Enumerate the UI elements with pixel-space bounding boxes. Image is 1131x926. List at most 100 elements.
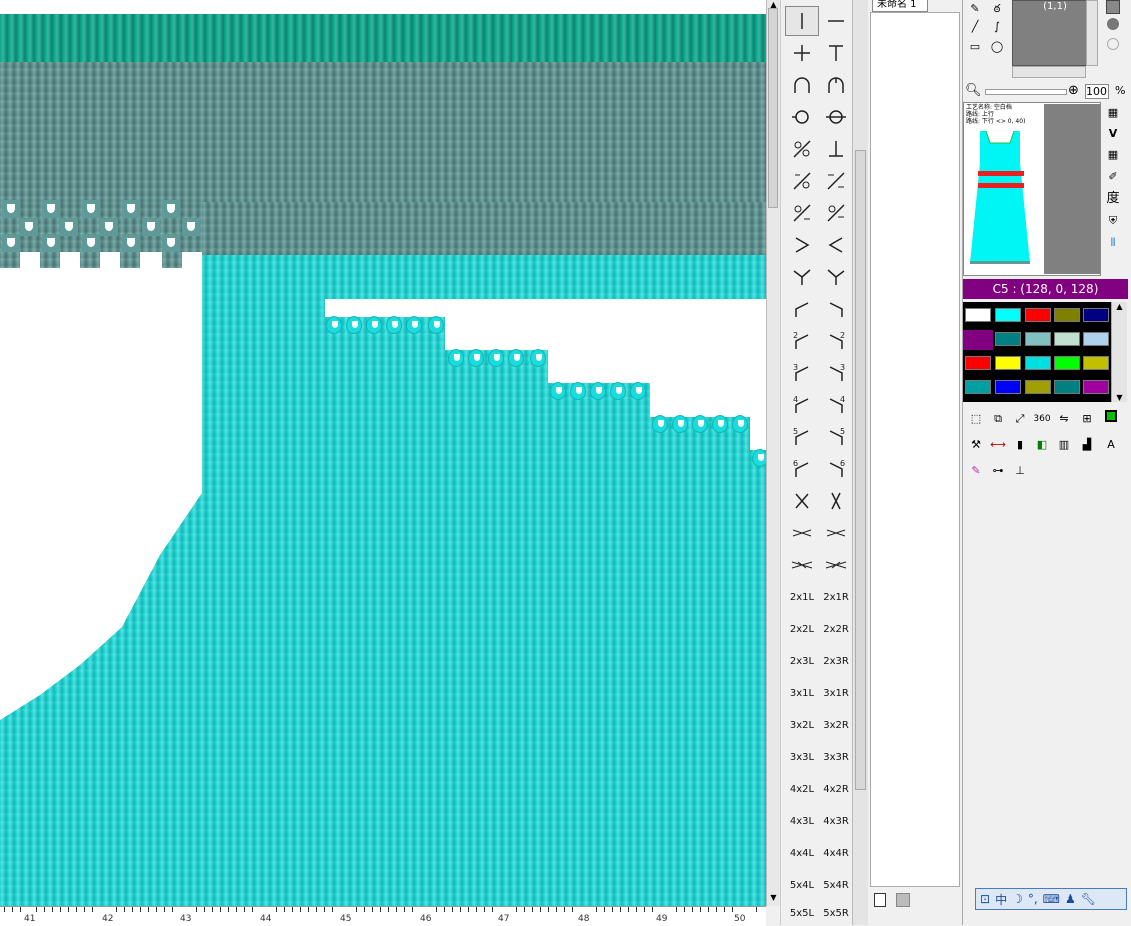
- select-tool-icon[interactable]: ⬚: [967, 410, 985, 428]
- stitch-rack-left-1[interactable]: [785, 294, 819, 324]
- stitch-transfer-c[interactable]: [819, 166, 853, 196]
- stitch-rack-right-1[interactable]: [819, 294, 853, 324]
- stitch-inverted-tee[interactable]: [819, 134, 853, 164]
- color-swatch[interactable]: [1083, 308, 1109, 322]
- stitch-knit-back[interactable]: [819, 6, 853, 36]
- text-tool-icon[interactable]: A: [1102, 436, 1120, 454]
- settings-wrench-icon[interactable]: 🔧︎: [1081, 892, 1096, 906]
- stitch-rack-left-4[interactable]: 4: [785, 390, 819, 420]
- stitch-2x1R[interactable]: 2x1R: [819, 582, 853, 612]
- stitch-4x4L[interactable]: 4x4L: [785, 838, 819, 868]
- stitch-3x1L[interactable]: 3x1L: [785, 678, 819, 708]
- rectangle-tool-icon[interactable]: ▭: [966, 38, 984, 56]
- column-tool-icon[interactable]: ▮: [1011, 436, 1029, 454]
- flip-tool-icon[interactable]: ⇋: [1055, 410, 1073, 428]
- color-swatch[interactable]: [995, 356, 1021, 370]
- color-swatch[interactable]: [995, 380, 1021, 394]
- stitch-5x5L[interactable]: 5x5L: [785, 902, 819, 925]
- stitch-4x4R[interactable]: 4x4R: [819, 838, 853, 868]
- color-swatch[interactable]: [965, 308, 991, 322]
- pen-color-icon[interactable]: ✐: [1104, 168, 1122, 186]
- ime-logo-icon[interactable]: ⊡: [980, 892, 990, 906]
- fill-square-icon[interactable]: [1104, 0, 1122, 18]
- resize-tool-icon[interactable]: ⤢: [1011, 410, 1029, 428]
- outline-circle-icon[interactable]: [1104, 38, 1122, 56]
- wrench-tool-icon[interactable]: ⚒: [967, 436, 985, 454]
- punctuation-icon[interactable]: °,: [1028, 892, 1038, 906]
- stitch-loop-line[interactable]: [819, 102, 853, 132]
- stitch-less[interactable]: [819, 230, 853, 260]
- tree-tool-icon[interactable]: ⊥: [1011, 462, 1029, 480]
- degree-icon[interactable]: 度: [1104, 190, 1122, 208]
- copy-tool-icon[interactable]: ⧉: [989, 410, 1007, 428]
- scroll-thumb[interactable]: [768, 8, 778, 208]
- stitch-cable-cross-e[interactable]: [785, 550, 819, 580]
- color-replace-icon[interactable]: ◧: [1033, 436, 1051, 454]
- color-swatch[interactable]: [965, 356, 991, 370]
- stitch-2x3R[interactable]: 2x3R: [819, 646, 853, 676]
- color-swatch[interactable]: [1054, 332, 1080, 346]
- rotate-360-icon[interactable]: 360: [1033, 410, 1051, 428]
- stitch-rack-right-2[interactable]: 2: [819, 326, 853, 356]
- stitch-5x4L[interactable]: 5x4L: [785, 870, 819, 900]
- grid-icon[interactable]: ▦: [1104, 104, 1122, 122]
- chart-tool-icon[interactable]: ▟: [1078, 436, 1096, 454]
- stitch-cable-cross-b[interactable]: [819, 486, 853, 516]
- stitch-move-right[interactable]: [819, 262, 853, 292]
- stitch-rack-left-2[interactable]: 2: [785, 326, 819, 356]
- stitch-2x3L[interactable]: 2x3L: [785, 646, 819, 676]
- node-tool-icon[interactable]: ⊶: [989, 462, 1007, 480]
- palette-scrollbar[interactable]: ▲ ▼: [1111, 302, 1127, 402]
- stitch-rack-left-3[interactable]: 3: [785, 358, 819, 388]
- navigator-vscroll[interactable]: [1086, 0, 1098, 66]
- green-square-icon[interactable]: [1102, 410, 1120, 428]
- color-swatch[interactable]: [1083, 356, 1109, 370]
- stitch-panel-scrollbar[interactable]: [852, 0, 868, 925]
- scroll-down-arrow[interactable]: ▼: [1112, 393, 1127, 402]
- stitch-3x2L[interactable]: 3x2L: [785, 710, 819, 740]
- color-swatch[interactable]: [1025, 332, 1051, 346]
- color-swatch[interactable]: [1025, 308, 1051, 322]
- spline-tool-icon[interactable]: ∫: [988, 18, 1006, 36]
- shield-icon[interactable]: ⛨: [1104, 212, 1122, 230]
- curve-tool-icon[interactable]: ఠ: [988, 0, 1006, 18]
- color-swatch[interactable]: [995, 308, 1021, 322]
- color-swatch[interactable]: [1054, 380, 1080, 394]
- stitch-cable-cross-c[interactable]: [785, 518, 819, 548]
- user-icon[interactable]: ♟: [1065, 892, 1076, 906]
- color-swatch-selected[interactable]: [963, 330, 993, 350]
- stitch-rack-right-6[interactable]: 6: [819, 454, 853, 484]
- stitch-greater[interactable]: [785, 230, 819, 260]
- stitch-cable-cross-d[interactable]: [819, 518, 853, 548]
- pencil-icon[interactable]: ✎: [966, 0, 984, 18]
- new-file-icon[interactable]: [874, 893, 886, 907]
- stitch-2x2L[interactable]: 2x2L: [785, 614, 819, 644]
- scroll-down-arrow[interactable]: ▼: [767, 893, 780, 903]
- stitch-cable-cross-a[interactable]: [785, 486, 819, 516]
- fill-circle-icon[interactable]: [1104, 18, 1122, 36]
- file-tab[interactable]: 未命名 1: [872, 0, 928, 12]
- navigator-scrollbar[interactable]: [1012, 66, 1086, 78]
- stitch-rack-left-5[interactable]: 5: [785, 422, 819, 452]
- knit-canvas[interactable]: [0, 0, 766, 906]
- stitch-rack-right-4[interactable]: 4: [819, 390, 853, 420]
- color-swatch[interactable]: [1054, 308, 1080, 322]
- ime-language[interactable]: 中: [995, 891, 1007, 908]
- moon-icon[interactable]: ☽: [1012, 892, 1023, 906]
- scroll-up-arrow[interactable]: ▲: [1112, 302, 1127, 311]
- pen-tool-icon[interactable]: ✎: [967, 462, 985, 480]
- color-swatch[interactable]: [1025, 356, 1051, 370]
- stitch-rack-right-3[interactable]: 3: [819, 358, 853, 388]
- keyboard-icon[interactable]: ⌨: [1043, 892, 1060, 906]
- ellipse-tool-icon[interactable]: ◯: [988, 38, 1006, 56]
- canvas-vertical-scrollbar[interactable]: ▲ ▼: [766, 0, 780, 906]
- stitch-tuck-back[interactable]: [819, 70, 853, 100]
- stitch-3x3R[interactable]: 3x3R: [819, 742, 853, 772]
- line-tool-icon[interactable]: ╱: [966, 18, 984, 36]
- stitch-rack-left-6[interactable]: 6: [785, 454, 819, 484]
- stitch-5x5R[interactable]: 5x5R: [819, 902, 853, 925]
- stitch-transfer-b[interactable]: [785, 166, 819, 196]
- stitch-3x1R[interactable]: 3x1R: [819, 678, 853, 708]
- stitch-4x3L[interactable]: 4x3L: [785, 806, 819, 836]
- stitch-4x2L[interactable]: 4x2L: [785, 774, 819, 804]
